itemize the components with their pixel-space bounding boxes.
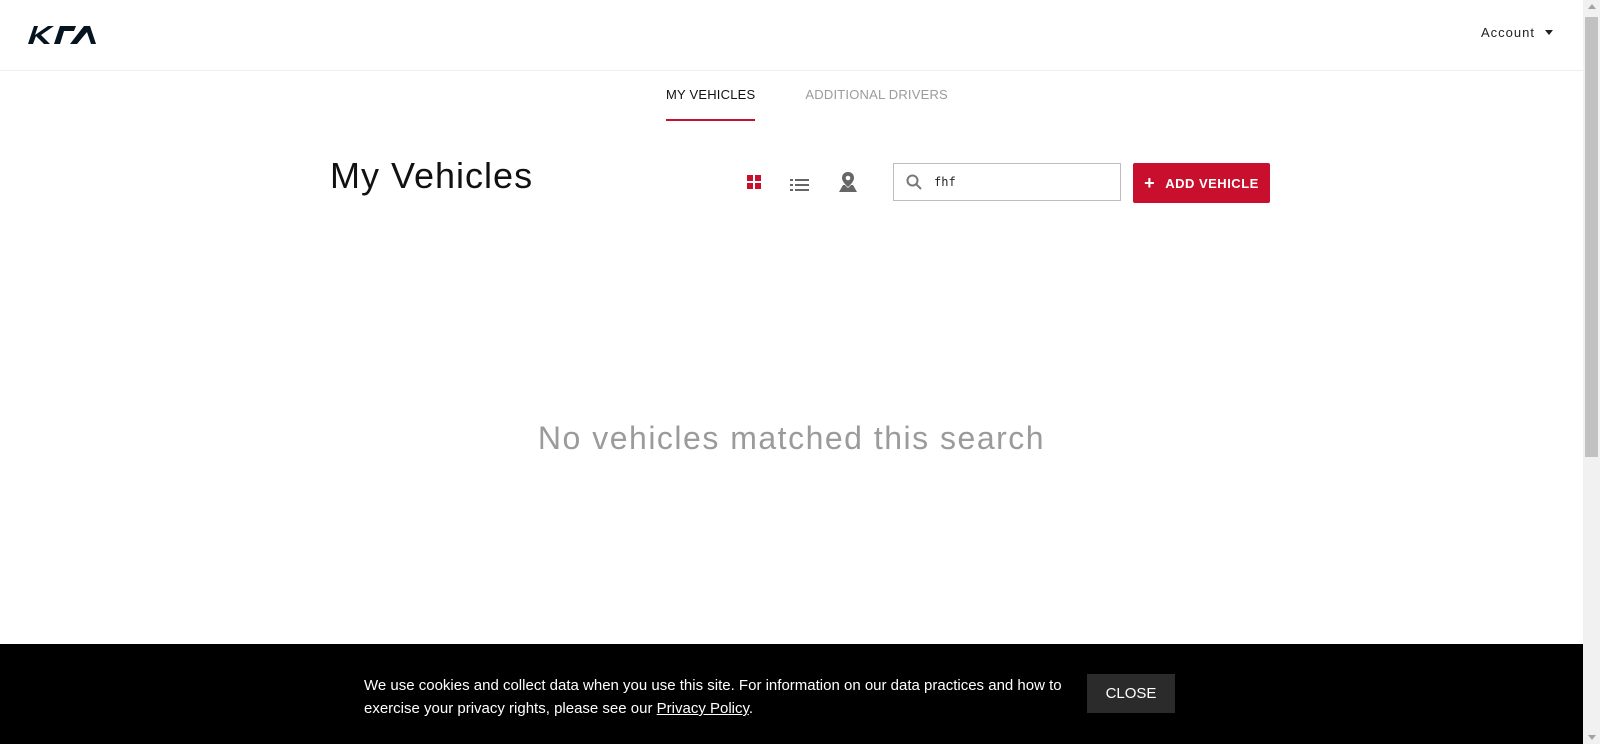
kia-logo[interactable] <box>26 24 104 46</box>
grid-view-icon[interactable] <box>746 174 762 190</box>
account-label: Account <box>1481 25 1535 40</box>
site-header: Account <box>0 0 1583 71</box>
add-vehicle-button[interactable]: + ADD VEHICLE <box>1133 163 1270 203</box>
list-view-icon[interactable] <box>790 177 810 193</box>
account-menu[interactable]: Account <box>1481 25 1553 40</box>
cookie-message: We use cookies and collect data when you… <box>364 674 1074 720</box>
search-field[interactable] <box>893 163 1121 201</box>
chevron-down-icon <box>1545 30 1553 35</box>
scroll-up-icon[interactable] <box>1588 4 1596 9</box>
vertical-scrollbar[interactable] <box>1583 0 1600 744</box>
privacy-policy-link[interactable]: Privacy Policy <box>657 700 749 717</box>
search-input[interactable] <box>934 172 1109 192</box>
empty-state-message: No vehicles matched this search <box>537 420 1046 456</box>
page-title: My Vehicles <box>330 155 534 196</box>
tab-additional-drivers[interactable]: ADDITIONAL DRIVERS <box>805 87 948 121</box>
tab-bar: MY VEHICLES ADDITIONAL DRIVERS <box>666 87 948 121</box>
scrollbar-thumb[interactable] <box>1585 17 1598 457</box>
cookie-text-end: . <box>748 700 754 717</box>
tab-my-vehicles[interactable]: MY VEHICLES <box>666 87 756 121</box>
add-vehicle-label: ADD VEHICLE <box>1165 175 1259 191</box>
scroll-down-icon[interactable] <box>1588 735 1596 740</box>
close-button[interactable]: CLOSE <box>1087 674 1175 713</box>
map-pin-icon[interactable] <box>838 171 858 193</box>
plus-icon: + <box>1144 173 1156 193</box>
cookie-banner: We use cookies and collect data when you… <box>0 644 1583 744</box>
search-icon <box>906 174 922 190</box>
